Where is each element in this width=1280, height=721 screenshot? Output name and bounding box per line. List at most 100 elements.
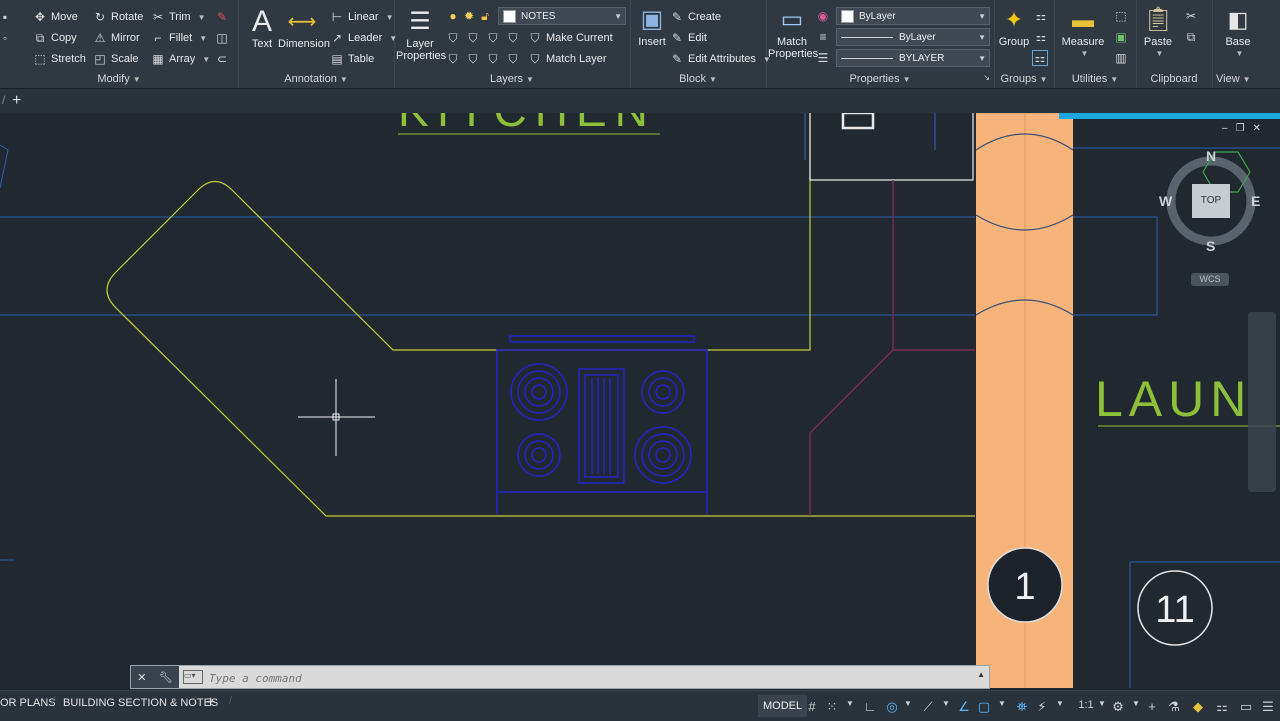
- quick-properties-icon[interactable]: ⚏: [1214, 699, 1230, 715]
- linear-button[interactable]: ⊢ Linear ▼: [330, 8, 394, 26]
- modify-overflow-button-2[interactable]: ◦: [0, 29, 12, 47]
- grid-icon[interactable]: #: [804, 699, 820, 714]
- compass-west[interactable]: W: [1159, 193, 1172, 209]
- paste-button[interactable]: 📋︎ Paste ▼: [1140, 6, 1176, 60]
- make-current-button[interactable]: ⛉ Make Current: [528, 29, 612, 47]
- unlock-icon[interactable]: 🔓︎: [478, 9, 492, 23]
- wrench-icon[interactable]: 🔧︎: [159, 671, 173, 684]
- ungroup-icon[interactable]: ⚏: [1034, 9, 1048, 23]
- edit-block-button[interactable]: ✎ Edit: [670, 29, 707, 47]
- chevron-down-icon[interactable]: ▼: [386, 13, 394, 22]
- cut-icon[interactable]: ✂: [1184, 9, 1198, 23]
- isolate-objects-icon[interactable]: ⚗: [1166, 699, 1182, 715]
- chevron-down-icon[interactable]: ▼: [900, 699, 916, 708]
- lineweight-icon[interactable]: ☰: [816, 51, 830, 65]
- copy-clip-icon[interactable]: ⧉: [1184, 30, 1198, 44]
- chevron-down-icon[interactable]: ▼: [1094, 699, 1110, 708]
- chevron-down-icon[interactable]: ▼: [202, 55, 210, 64]
- customization-menu-icon[interactable]: ☰: [1260, 699, 1276, 715]
- array-button[interactable]: ▦ Array ▼: [151, 50, 210, 68]
- modify-panel-title[interactable]: Modify ▼: [0, 73, 238, 85]
- object-snap-icon[interactable]: ▢: [976, 699, 992, 715]
- layer-off-icon[interactable]: ⛉: [446, 31, 460, 45]
- command-history-icon[interactable]: ▭▾: [183, 670, 203, 684]
- layers-panel-title[interactable]: Layers ▼: [394, 73, 630, 85]
- close-icon[interactable]: ✕: [1253, 123, 1269, 134]
- add-icon[interactable]: +: [1144, 699, 1160, 714]
- navigation-bar[interactable]: [1248, 312, 1276, 492]
- text-button[interactable]: A Text: [244, 7, 280, 51]
- layer-unisolate-icon[interactable]: ⛉: [466, 52, 480, 66]
- scale-button[interactable]: ◰ Scale: [93, 50, 138, 68]
- ortho-icon[interactable]: ∟: [862, 699, 878, 714]
- sun-icon[interactable]: ✹: [462, 9, 476, 23]
- rotate-button[interactable]: ↻ Rotate: [93, 8, 143, 26]
- viewcube-top-face[interactable]: TOP: [1192, 184, 1230, 218]
- utilities-panel-title[interactable]: Utilities ▼: [1054, 73, 1136, 85]
- isodraft-icon[interactable]: ⟋: [920, 699, 936, 715]
- explode-button[interactable]: ◫: [215, 29, 229, 47]
- layer-freeze-icon[interactable]: ⛉: [486, 31, 500, 45]
- chevron-down-icon[interactable]: ▼: [938, 699, 954, 708]
- compass-east[interactable]: E: [1251, 193, 1260, 209]
- add-layout-button[interactable]: +: [206, 694, 215, 712]
- new-tab-button[interactable]: +: [12, 92, 21, 110]
- annotation-panel-title[interactable]: Annotation ▼: [238, 73, 394, 85]
- offset-button[interactable]: ⊂: [215, 50, 229, 68]
- view-panel-title[interactable]: View ▼: [1216, 73, 1280, 85]
- move-button[interactable]: ✥ Move: [33, 8, 78, 26]
- model-space-button[interactable]: MODEL: [758, 695, 808, 717]
- groups-panel-title[interactable]: Groups ▼: [994, 73, 1054, 85]
- layer-isolate-icon[interactable]: ⛉: [466, 31, 480, 45]
- mirror-button[interactable]: ⚠ Mirror: [93, 29, 140, 47]
- group-selection-icon[interactable]: ⚏: [1032, 50, 1048, 66]
- annotation-scale[interactable]: 1:1: [1078, 699, 1094, 711]
- table-button[interactable]: ▤ Table: [330, 50, 374, 68]
- insert-button[interactable]: ▣ Insert: [634, 6, 670, 48]
- clean-screen-icon[interactable]: ▭: [1238, 699, 1254, 715]
- snap-icon[interactable]: ⁙: [824, 699, 840, 715]
- layer-properties-button[interactable]: ☰ Layer Properties: [396, 8, 446, 62]
- edit-attributes-button[interactable]: ✎ Edit Attributes ▼: [670, 50, 771, 68]
- chevron-down-icon[interactable]: ▼: [199, 34, 207, 43]
- object-snap-tracking-icon[interactable]: ∠: [956, 699, 972, 715]
- layout-tab-floor-plans[interactable]: OR PLANS: [0, 697, 56, 709]
- calculator-icon[interactable]: ▥: [1114, 51, 1128, 65]
- layer-unlock-icon[interactable]: ⛉: [506, 52, 520, 66]
- layer-on-icon[interactable]: ⛉: [446, 52, 460, 66]
- viewcube[interactable]: N S E W TOP: [1159, 140, 1270, 280]
- wcs-menu[interactable]: WCS: [1191, 273, 1229, 286]
- erase-button[interactable]: ✎: [215, 8, 229, 26]
- fillet-button[interactable]: ⌐ Fillet ▼: [151, 29, 207, 47]
- graphics-performance-icon[interactable]: ◆: [1190, 699, 1206, 715]
- color-wheel-icon[interactable]: ◉: [816, 9, 830, 23]
- group-edit-icon[interactable]: ⚏: [1034, 30, 1048, 44]
- match-layer-button[interactable]: ⛉ Match Layer: [528, 50, 606, 68]
- copy-button[interactable]: ⧉ Copy: [33, 29, 77, 47]
- layer-dropdown[interactable]: NOTES ▼: [498, 7, 626, 25]
- minimize-icon[interactable]: –: [1222, 123, 1236, 134]
- chevron-down-icon[interactable]: ▼: [994, 699, 1010, 708]
- workspace-gear-icon[interactable]: ⚙: [1110, 699, 1126, 715]
- compass-north[interactable]: N: [1206, 148, 1216, 164]
- group-button[interactable]: ✦ Group: [996, 6, 1032, 48]
- trim-button[interactable]: ✂ Trim ▼: [151, 8, 206, 26]
- leader-button[interactable]: ↗ Leader ▼: [330, 29, 397, 47]
- match-properties-button[interactable]: ▭ Match Properties: [768, 6, 818, 60]
- close-icon[interactable]: ✕: [137, 671, 146, 684]
- properties-panel-title[interactable]: Properties ▼ ↘: [766, 73, 994, 85]
- stretch-button[interactable]: ⬚ Stretch: [33, 50, 86, 68]
- auto-scale-icon[interactable]: ⚡: [1034, 699, 1050, 715]
- quick-select-icon[interactable]: ⬚: [1114, 9, 1128, 23]
- modify-overflow-button[interactable]: ▪: [0, 8, 12, 26]
- create-block-button[interactable]: ✎ Create: [670, 8, 721, 26]
- color-dropdown[interactable]: ByLayer ▼: [836, 7, 990, 25]
- lightbulb-icon[interactable]: ●: [446, 9, 460, 23]
- restore-icon[interactable]: ❐: [1236, 123, 1253, 134]
- chevron-down-icon[interactable]: ▼: [842, 699, 858, 708]
- command-recent-up-icon[interactable]: ▲: [977, 670, 985, 679]
- chevron-down-icon[interactable]: ▼: [198, 13, 206, 22]
- layer-lock-icon[interactable]: ⛉: [506, 31, 520, 45]
- dimension-button[interactable]: ⟷ Dimension: [278, 8, 330, 50]
- linetype-dropdown[interactable]: ByLayer ▼: [836, 28, 990, 46]
